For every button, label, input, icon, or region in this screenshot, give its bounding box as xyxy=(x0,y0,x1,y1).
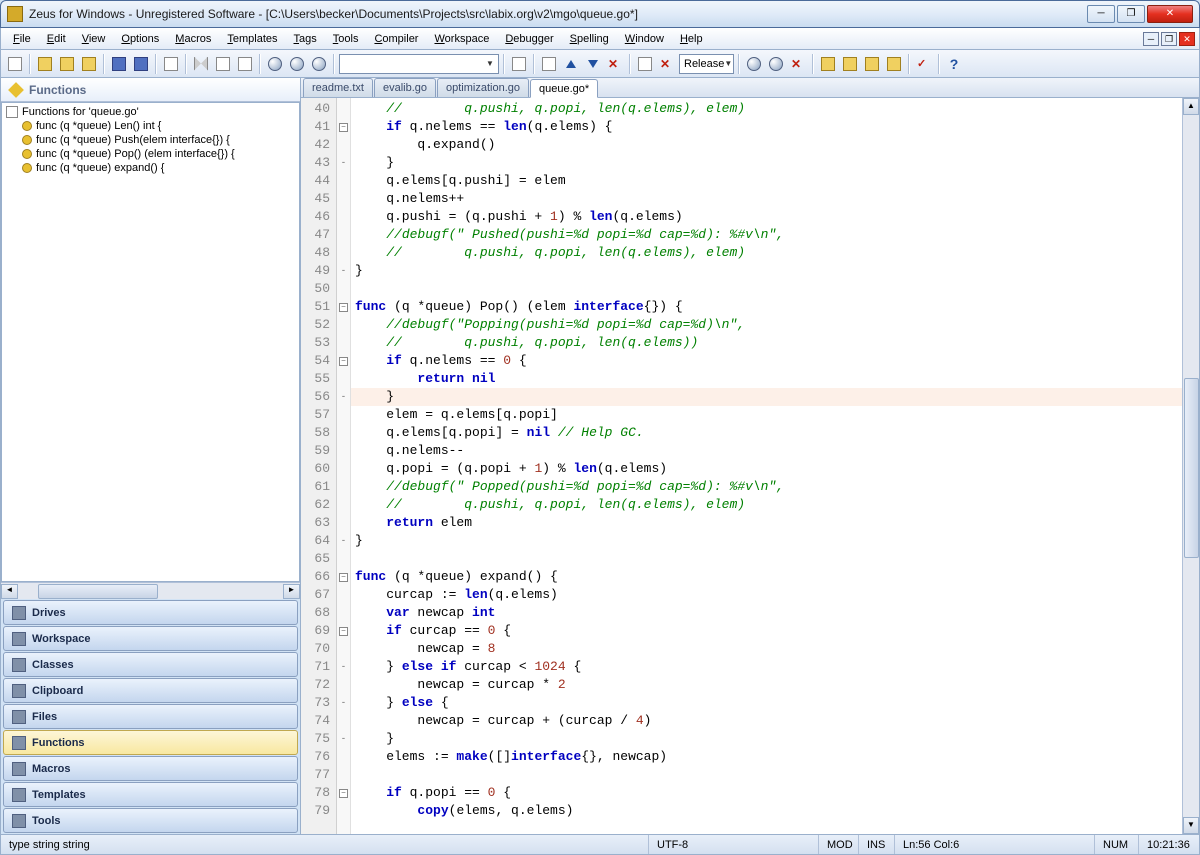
tree-root[interactable]: Functions for 'queue.go' xyxy=(4,105,297,119)
panel-files[interactable]: Files xyxy=(3,704,298,729)
status-num: NUM xyxy=(1095,835,1139,854)
open-workspace-button[interactable] xyxy=(79,54,99,74)
debug-button-3[interactable]: ✕ xyxy=(788,54,808,74)
menu-workspace[interactable]: Workspace xyxy=(426,31,497,47)
app-icon xyxy=(7,6,23,22)
print-button[interactable] xyxy=(161,54,181,74)
maximize-button[interactable]: ❐ xyxy=(1117,5,1145,23)
menu-bar: FileEditViewOptionsMacrosTemplatesTagsTo… xyxy=(0,28,1200,50)
panel-functions[interactable]: Functions xyxy=(3,730,298,755)
tab-bar: readme.txtevalib.gooptimization.goqueue.… xyxy=(301,78,1199,98)
sidebar-header: Functions xyxy=(1,78,300,102)
menu-tags[interactable]: Tags xyxy=(286,31,325,47)
mdi-close[interactable]: ✕ xyxy=(1179,32,1195,46)
spell-button[interactable]: ✓ xyxy=(914,54,934,74)
paste-button[interactable] xyxy=(235,54,255,74)
panel-clipboard[interactable]: Clipboard xyxy=(3,678,298,703)
status-time: 10:21:36 xyxy=(1139,835,1199,854)
menu-templates[interactable]: Templates xyxy=(219,31,285,47)
build-button[interactable]: ✕ xyxy=(657,54,677,74)
menu-tools[interactable]: Tools xyxy=(325,31,367,47)
tab[interactable]: queue.go* xyxy=(530,79,598,98)
fold-gutter[interactable]: −--−−--−−---− xyxy=(337,98,351,834)
status-message: type string string xyxy=(1,835,649,854)
menu-macros[interactable]: Macros xyxy=(167,31,219,47)
toolbar: ▼ ✕ ✕ Release▼ ✕ ✓ ? xyxy=(0,50,1200,78)
status-pos: Ln:56 Col:6 xyxy=(895,835,1095,854)
menu-debugger[interactable]: Debugger xyxy=(497,31,561,47)
config-combo[interactable]: Release▼ xyxy=(679,54,734,74)
find-button[interactable] xyxy=(265,54,285,74)
mdi-restore[interactable]: ❐ xyxy=(1161,32,1177,46)
bookmark-button-2[interactable] xyxy=(840,54,860,74)
sidebar: Functions Functions for 'queue.go' func … xyxy=(1,78,301,834)
new-file-button[interactable] xyxy=(5,54,25,74)
nav-up-button[interactable] xyxy=(561,54,581,74)
line-gutter: 4041424344454647484950515253545556575859… xyxy=(301,98,337,834)
panel-classes[interactable]: Classes xyxy=(3,652,298,677)
open-button[interactable] xyxy=(35,54,55,74)
status-ins: INS xyxy=(859,835,895,854)
function-item[interactable]: func (q *queue) Len() int { xyxy=(4,119,297,133)
function-item[interactable]: func (q *queue) Pop() (elem interface{})… xyxy=(4,147,297,161)
panel-workspace[interactable]: Workspace xyxy=(3,626,298,651)
sidebar-title: Functions xyxy=(29,83,86,97)
editor-area: readme.txtevalib.gooptimization.goqueue.… xyxy=(301,78,1199,834)
debug-button-2[interactable] xyxy=(766,54,786,74)
tab[interactable]: optimization.go xyxy=(437,78,529,97)
bookmark-button-1[interactable] xyxy=(818,54,838,74)
menu-spelling[interactable]: Spelling xyxy=(562,31,617,47)
replace-button[interactable] xyxy=(287,54,307,74)
function-item[interactable]: func (q *queue) expand() { xyxy=(4,161,297,175)
vertical-scrollbar[interactable]: ▲ ▼ xyxy=(1182,98,1199,834)
find-in-files-button[interactable] xyxy=(309,54,329,74)
status-bar: type string string UTF-8 MOD INS Ln:56 C… xyxy=(0,835,1200,855)
tab[interactable]: readme.txt xyxy=(303,78,373,97)
open-project-button[interactable] xyxy=(57,54,77,74)
bookmark-button-3[interactable] xyxy=(862,54,882,74)
bookmark-button-4[interactable] xyxy=(884,54,904,74)
menu-help[interactable]: Help xyxy=(672,31,711,47)
menu-file[interactable]: File xyxy=(5,31,39,47)
mdi-minimize[interactable]: ─ xyxy=(1143,32,1159,46)
copy-button[interactable] xyxy=(213,54,233,74)
save-all-button[interactable] xyxy=(131,54,151,74)
menu-window[interactable]: Window xyxy=(617,31,672,47)
menu-options[interactable]: Options xyxy=(113,31,167,47)
save-button[interactable] xyxy=(109,54,129,74)
menu-edit[interactable]: Edit xyxy=(39,31,74,47)
sidebar-hscroll[interactable]: ◄► xyxy=(1,582,300,599)
tool-button-2[interactable] xyxy=(539,54,559,74)
status-mod: MOD xyxy=(819,835,859,854)
debug-button-1[interactable] xyxy=(744,54,764,74)
help-button[interactable]: ? xyxy=(944,54,964,74)
function-item[interactable]: func (q *queue) Push(elem interface{}) { xyxy=(4,133,297,147)
tool-button-1[interactable] xyxy=(509,54,529,74)
tool-button-3[interactable]: ✕ xyxy=(605,54,625,74)
function-tree[interactable]: Functions for 'queue.go' func (q *queue)… xyxy=(1,102,300,582)
tab[interactable]: evalib.go xyxy=(374,78,436,97)
functions-icon xyxy=(8,82,24,98)
panel-tools[interactable]: Tools xyxy=(3,808,298,833)
cut-button[interactable] xyxy=(191,54,211,74)
search-combo[interactable]: ▼ xyxy=(339,54,499,74)
nav-down-button[interactable] xyxy=(583,54,603,74)
menu-view[interactable]: View xyxy=(74,31,114,47)
compile-button[interactable] xyxy=(635,54,655,74)
menu-compiler[interactable]: Compiler xyxy=(366,31,426,47)
window-title: Zeus for Windows - Unregistered Software… xyxy=(29,7,1087,21)
title-bar: Zeus for Windows - Unregistered Software… xyxy=(0,0,1200,28)
panel-drives[interactable]: Drives xyxy=(3,600,298,625)
panel-templates[interactable]: Templates xyxy=(3,782,298,807)
vscroll-thumb[interactable] xyxy=(1184,378,1199,558)
code-area[interactable]: // q.pushi, q.popi, len(q.elems), elem) … xyxy=(351,98,1182,834)
status-encoding: UTF-8 xyxy=(649,835,819,854)
close-button[interactable]: ✕ xyxy=(1147,5,1193,23)
panel-macros[interactable]: Macros xyxy=(3,756,298,781)
minimize-button[interactable]: ─ xyxy=(1087,5,1115,23)
